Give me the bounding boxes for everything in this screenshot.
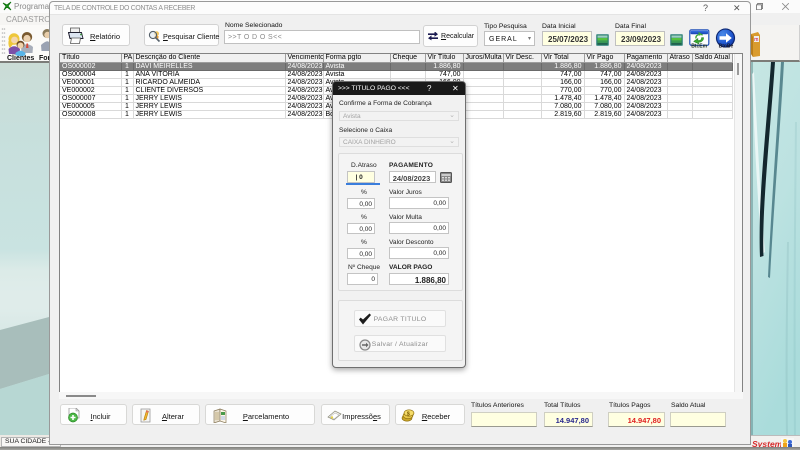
svg-text:m: m <box>754 37 758 43</box>
svg-text:BtnBe: BtnBe <box>719 44 734 49</box>
svg-text:BtcEm: BtcEm <box>691 43 707 48</box>
